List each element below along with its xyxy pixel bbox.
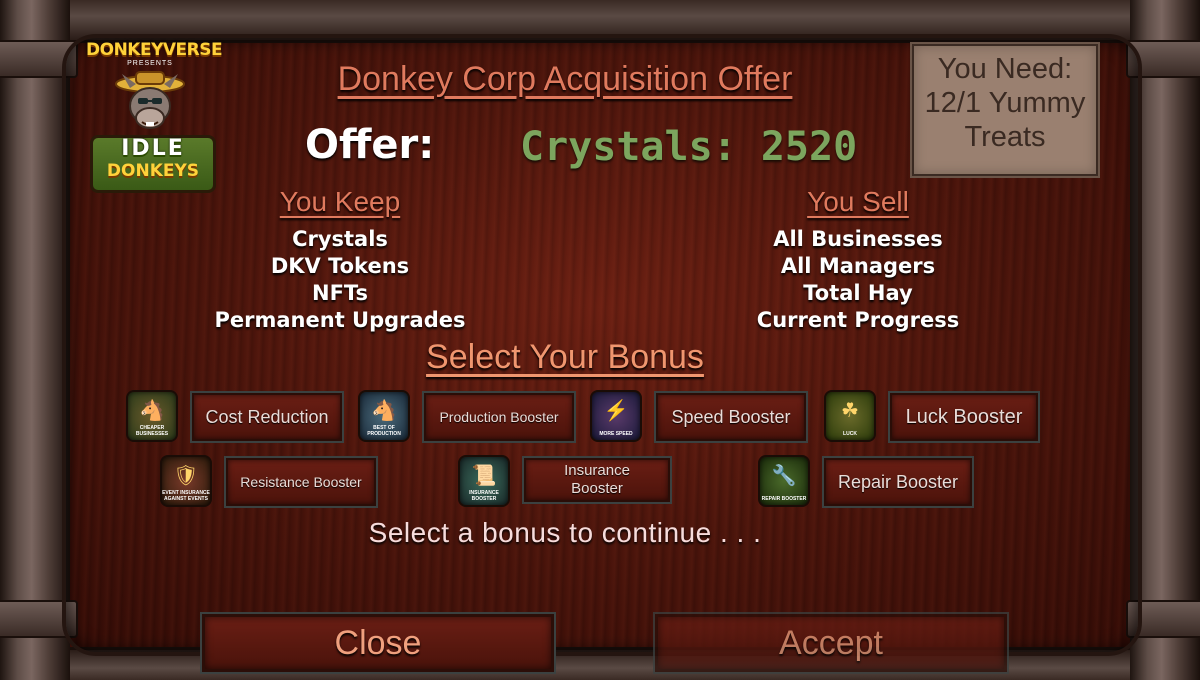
logo-title: IDLE DONKEYS — [90, 135, 216, 193]
icon-caption: EVENT INSURANCE AGAINST EVENTS — [162, 490, 210, 502]
requirement-line1: You Need: — [937, 53, 1073, 85]
logo-brand: DONKEYVERSE — [86, 40, 223, 60]
sell-item: Total Hay — [803, 281, 913, 305]
icon-caption: REPAIR BOOSTER — [761, 496, 807, 502]
game-dialog: DONKEYVERSE PRESENTS IDLE DONKEYS Donkey… — [0, 0, 1200, 680]
bonus-heading: Select Your Bonus — [426, 338, 704, 376]
logo-presents: PRESENTS — [127, 60, 173, 67]
logo-title-line1: IDLE — [121, 136, 185, 161]
icon-caption: INSURANCE BOOSTER — [469, 490, 499, 502]
dialog-title: Donkey Corp Acquisition Offer — [337, 60, 793, 98]
icon-caption: CHEAPER BUSINESSES — [135, 425, 169, 437]
repair-booster-icon[interactable]: 🔧 REPAIR BOOSTER — [758, 455, 810, 507]
keep-item: Permanent Upgrades — [214, 308, 466, 332]
requirement-line2: 12/1 Yummy — [924, 87, 1086, 119]
offer-value: Crystals: 2520 — [520, 124, 858, 170]
more-speed-icon[interactable]: ⚡ MORE SPEED — [590, 390, 642, 442]
sell-item: All Businesses — [773, 227, 943, 251]
bonus-insurance-booster-button[interactable]: Insurance Booster — [524, 458, 670, 502]
insurance-booster-icon[interactable]: 📜 INSURANCE BOOSTER — [458, 455, 510, 507]
sell-heading: You Sell — [807, 186, 909, 217]
bonus-cost-reduction-button[interactable]: Cost Reduction — [192, 393, 342, 441]
close-button[interactable]: Close — [202, 614, 554, 672]
cheaper-businesses-icon[interactable]: 🐴 CHEAPER BUSINESSES — [126, 390, 178, 442]
icon-caption: MORE SPEED — [599, 431, 633, 437]
logo-title-line2: DONKEYS — [106, 161, 200, 181]
sell-item: Current Progress — [756, 308, 960, 332]
bonus-resistance-booster-button[interactable]: Resistance Booster — [226, 458, 376, 506]
icon-caption: BEST OF PRODUCTION — [367, 425, 401, 437]
bonus-repair-booster-button[interactable]: Repair Booster — [824, 458, 972, 506]
offer-label: Offer: — [305, 122, 435, 168]
insurance-events-icon[interactable]: 🛡 EVENT INSURANCE AGAINST EVENTS — [160, 455, 212, 507]
sell-column: You Sell All Businesses All Managers Tot… — [698, 186, 1018, 334]
left-pillar — [0, 0, 78, 680]
requirement-line3: Treats — [964, 121, 1046, 153]
keep-column: You Keep Crystals DKV Tokens NFTs Perman… — [180, 186, 500, 334]
luck-icon[interactable]: ☘ LUCK — [824, 390, 876, 442]
keep-item: Crystals — [292, 227, 388, 251]
icon-caption: LUCK — [843, 431, 857, 437]
game-logo: DONKEYVERSE PRESENTS IDLE DONKEYS — [86, 40, 223, 193]
accept-button[interactable]: Accept — [655, 614, 1007, 672]
status-message: Select a bonus to continue . . . — [368, 517, 762, 548]
bonus-production-booster-button[interactable]: Production Booster — [424, 393, 574, 441]
keep-item: DKV Tokens — [270, 254, 410, 278]
requirement-box: You Need: 12/1 Yummy Treats — [912, 44, 1098, 176]
donkey-mascot-icon — [115, 71, 185, 129]
bonus-speed-booster-button[interactable]: Speed Booster — [656, 393, 806, 441]
keep-item: NFTs — [312, 281, 368, 305]
keep-heading: You Keep — [279, 186, 401, 217]
best-of-production-icon[interactable]: 🐴 BEST OF PRODUCTION — [358, 390, 410, 442]
sell-item: All Managers — [780, 254, 936, 278]
bonus-luck-booster-button[interactable]: Luck Booster — [890, 393, 1038, 441]
